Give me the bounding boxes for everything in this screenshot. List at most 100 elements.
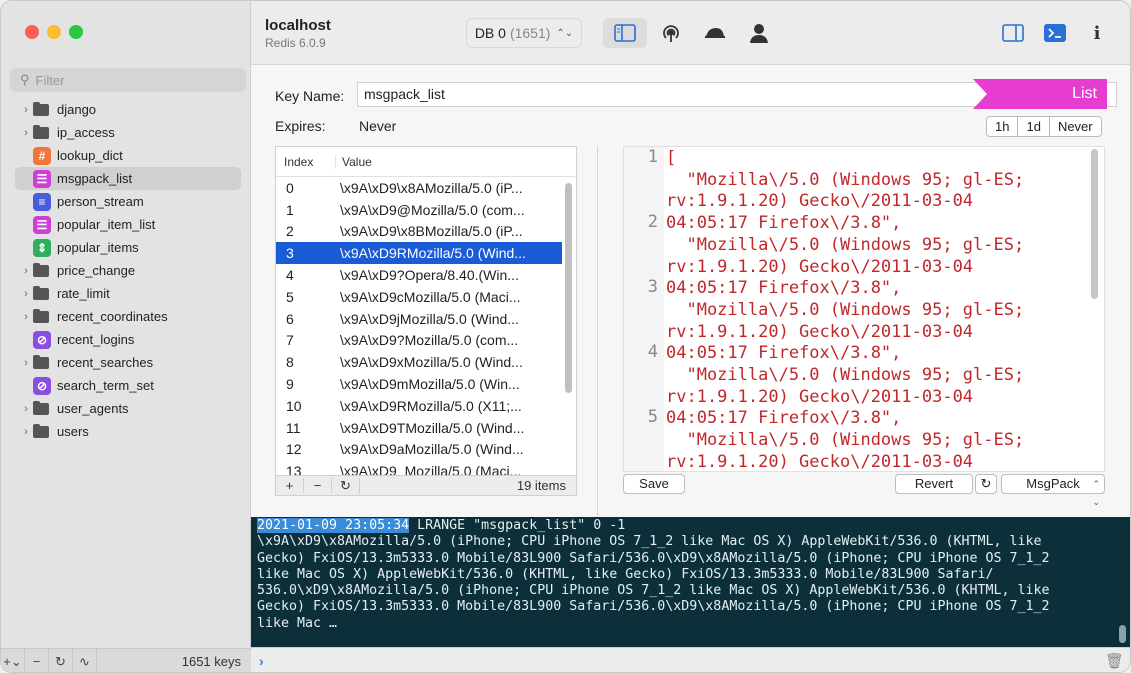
chevron-right-icon[interactable]: ›	[19, 288, 33, 300]
value-editor[interactable]: 1 2 3 4 5 [ "Mozilla\/5.0 (Windows 95; gl-ES…	[623, 146, 1105, 472]
chevron-right-icon[interactable]: ›	[19, 265, 33, 277]
sidebar-item-user-agents[interactable]: › user_agents	[15, 397, 241, 420]
refresh-icon[interactable]: ↻	[49, 648, 73, 672]
stream-type-icon: ≡	[33, 192, 51, 211]
code-line: "Mozilla\/5.0 (Windows 95; gl-ES;	[666, 299, 1025, 320]
folder-icon	[33, 285, 49, 300]
database-selector[interactable]: DB 0 (1651) ⌃⌄	[466, 18, 582, 48]
chevron-right-icon[interactable]: ›	[19, 127, 33, 139]
table-row[interactable]: 10 \x9A\xD9RMozilla/5.0 (X11;...	[276, 395, 562, 417]
sidebar-item-label: lookup_dict	[57, 148, 123, 163]
clients-button[interactable]	[737, 18, 781, 48]
table-row[interactable]: 8 \x9A\xD9xMozilla/5.0 (Wind...	[276, 351, 562, 373]
remove-key-button[interactable]: −	[25, 648, 49, 672]
table-row[interactable]: 11 \x9A\xD9TMozilla/5.0 (Wind...	[276, 417, 562, 439]
toggle-console-button[interactable]	[1033, 18, 1077, 48]
add-key-button[interactable]: +⌄	[1, 648, 25, 672]
zoom-window-button[interactable]	[69, 25, 83, 39]
line-number: 5	[647, 407, 658, 428]
table-row[interactable]: 12 \x9A\xD9aMozilla/5.0 (Wind...	[276, 439, 562, 461]
chevron-right-icon[interactable]: ›	[19, 403, 33, 415]
folder-icon	[33, 308, 49, 323]
sidebar-footer: +⌄ − ↻ ∿ 1651 keys	[1, 648, 251, 672]
filter-input[interactable]: ⚲ Filter	[10, 68, 246, 92]
editor-footer: Save Revert ↻ MsgPack ⌃ ⌄	[623, 473, 1105, 507]
console-input[interactable]: › 🗑	[251, 647, 1130, 672]
table-row[interactable]: 2 \x9A\xD9\x8BMozilla/5.0 (iP...	[276, 221, 562, 243]
sidebar-item-users[interactable]: › users	[15, 420, 241, 443]
row-value: \x9A\xD9\x8AMozilla/5.0 (iP...	[340, 179, 523, 196]
console-scrollbar[interactable]	[1119, 625, 1126, 643]
table-row[interactable]: 5 \x9A\xD9cMozilla/5.0 (Maci...	[276, 286, 562, 308]
list-footer: + − ↻ 19 items	[276, 475, 576, 495]
list-scrollbar[interactable]	[565, 183, 572, 393]
add-item-button[interactable]: +	[276, 478, 304, 493]
refresh-icon[interactable]: ↻	[332, 477, 360, 494]
sidebar-item-label: popular_items	[57, 240, 139, 255]
remove-item-button[interactable]: −	[304, 478, 332, 493]
chevron-right-icon[interactable]: ›	[19, 426, 33, 438]
sidebar-item-price-change[interactable]: › price_change	[15, 259, 241, 282]
table-row[interactable]: 9 \x9A\xD9mMozilla/5.0 (Win...	[276, 373, 562, 395]
code-line: 04:05:17 Firefox\/3.8",	[666, 343, 902, 364]
table-row[interactable]: 3 \x9A\xD9RMozilla/5.0 (Wind...	[276, 242, 562, 265]
trash-icon[interactable]: 🗑	[1105, 652, 1124, 670]
ttl-never-button[interactable]: Never	[1050, 117, 1101, 136]
sidebar-item-lookup-dict[interactable]: ›#lookup_dict	[15, 144, 241, 167]
minimize-window-button[interactable]	[47, 25, 61, 39]
broadcast-icon	[663, 25, 679, 42]
toggle-inspector-button[interactable]	[991, 18, 1035, 48]
row-value: \x9A\xD9cMozilla/5.0 (Maci...	[340, 288, 521, 305]
sidebar-item-django[interactable]: › django	[15, 98, 241, 121]
close-window-button[interactable]	[25, 25, 39, 39]
slowlog-button[interactable]	[693, 18, 737, 48]
ttl-1h-button[interactable]: 1h	[987, 117, 1019, 136]
reload-icon[interactable]: ↻	[975, 474, 997, 494]
code-line: [	[666, 148, 677, 168]
sidebar-item-label: django	[57, 102, 97, 117]
info-icon: i	[1093, 22, 1101, 44]
row-index: 7	[286, 332, 294, 349]
sidebar-item-recent-logins[interactable]: ›⊘recent_logins	[15, 328, 241, 351]
sidebar-item-recent-coordinates[interactable]: › recent_coordinates	[15, 305, 241, 328]
folder-icon	[33, 262, 49, 277]
row-value: \x9A\xD9TMozilla/5.0 (Wind...	[340, 419, 525, 436]
panel-right-icon	[1002, 24, 1024, 42]
chevron-right-icon[interactable]: ›	[19, 104, 33, 116]
browser-view-button[interactable]	[603, 18, 647, 48]
sidebar-item-popular-item-list[interactable]: ›☰popular_item_list	[15, 213, 241, 236]
sidebar-item-ip-access[interactable]: › ip_access	[15, 121, 241, 144]
pubsub-button[interactable]	[649, 18, 693, 48]
info-button[interactable]: i	[1077, 18, 1117, 48]
sidebar-item-search-term-set[interactable]: ›⊘search_term_set	[15, 374, 241, 397]
expires-value: Never	[359, 118, 397, 134]
revert-button[interactable]: Revert	[895, 474, 973, 494]
chevron-right-icon[interactable]: ›	[19, 311, 33, 323]
save-button[interactable]: Save	[623, 474, 685, 494]
monitor-icon[interactable]: ∿	[73, 648, 97, 672]
sidebar-item-recent-searches[interactable]: › recent_searches	[15, 351, 241, 374]
sidebar-item-rate-limit[interactable]: › rate_limit	[15, 282, 241, 305]
table-row[interactable]: 13 \x9A\xD9_Mozilla/5.0 (Maci...	[276, 460, 562, 475]
row-index: 4	[286, 267, 294, 284]
table-row[interactable]: 0 \x9A\xD9\x8AMozilla/5.0 (iP...	[276, 177, 562, 199]
list-table: Index Value 0 \x9A\xD9\x8AMozilla/5.0 (iP…	[275, 146, 577, 496]
editor-scrollbar[interactable]	[1091, 149, 1098, 299]
table-row[interactable]: 4 \x9A\xD9?Opera/8.40.(Win...	[276, 264, 562, 286]
key-detail: Key Name: msgpack_list List Expires: Nev…	[251, 65, 1130, 518]
ttl-1d-button[interactable]: 1d	[1018, 117, 1050, 136]
row-index: 0	[286, 179, 294, 196]
code-line: 04:05:17 Firefox\/3.8",	[666, 278, 902, 299]
chevron-right-icon[interactable]: ›	[19, 357, 33, 369]
sidebar-item-msgpack-list[interactable]: ›☰msgpack_list	[15, 167, 241, 190]
format-select[interactable]: MsgPack ⌃ ⌄	[1001, 474, 1105, 507]
column-header-value[interactable]: Value	[336, 155, 372, 169]
table-row[interactable]: 1 \x9A\xD9@Mozilla/5.0 (com...	[276, 199, 562, 221]
db-label: DB 0	[474, 25, 506, 41]
pane-divider[interactable]	[597, 146, 598, 518]
sidebar-item-person-stream[interactable]: ›≡person_stream	[15, 190, 241, 213]
column-header-index[interactable]: Index	[276, 154, 336, 169]
sidebar-item-popular-items[interactable]: ›⇕popular_items	[15, 236, 241, 259]
table-row[interactable]: 7 \x9A\xD9?Mozilla/5.0 (com...	[276, 330, 562, 352]
table-row[interactable]: 6 \x9A\xD9jMozilla/5.0 (Wind...	[276, 308, 562, 330]
